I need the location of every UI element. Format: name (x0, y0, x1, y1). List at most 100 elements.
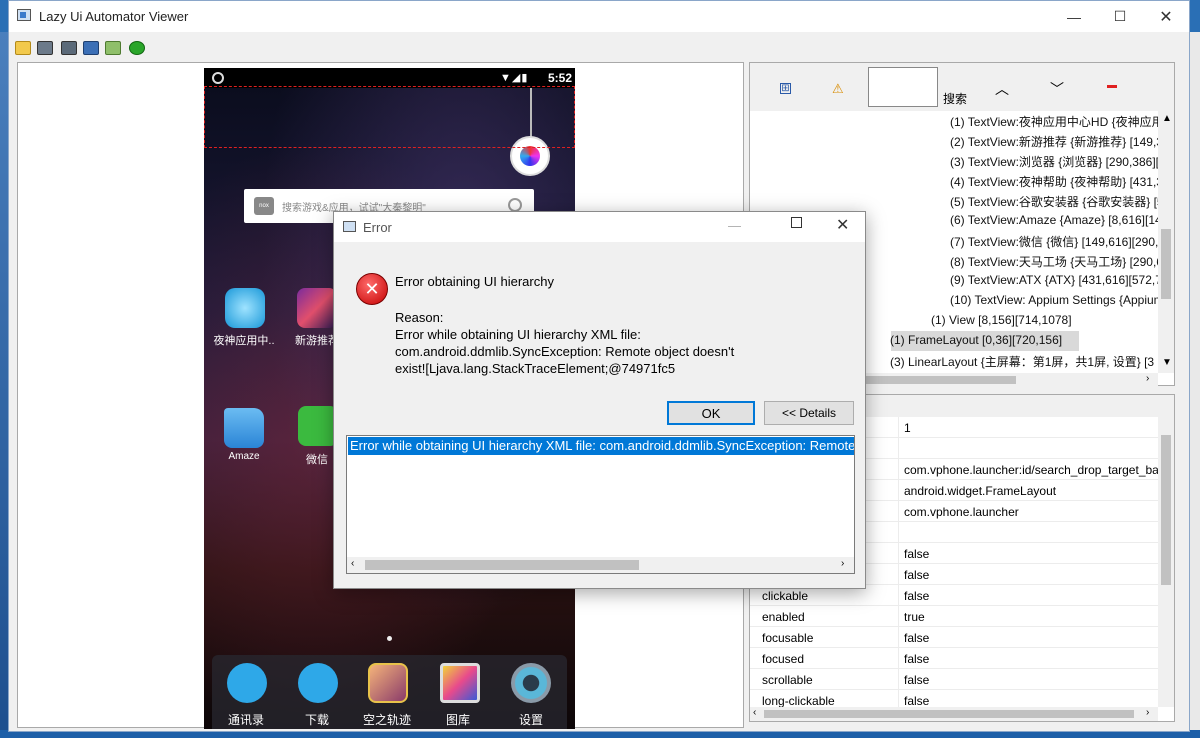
property-row[interactable]: enabled true (750, 606, 1158, 627)
search-icon[interactable] (508, 198, 522, 212)
nox-logo-icon: nox (254, 197, 274, 215)
dialog-title-bar[interactable]: Error — ✕ (334, 212, 865, 242)
maximize-button[interactable]: ☐ (1097, 1, 1143, 32)
tree-node[interactable]: (3) LinearLayout {主屏幕：第1屏，共1屏, 设置} [3 (890, 353, 1154, 373)
property-value: false (904, 652, 930, 666)
tree-node[interactable]: (8) TextView:天马工场 {天马工场} [290,616][431,7… (950, 253, 1158, 273)
minimize-button[interactable]: — (728, 218, 741, 233)
scroll-down-arrow-icon[interactable]: ▼ (1162, 357, 1172, 368)
export-icon[interactable] (105, 41, 121, 55)
refresh-icon[interactable] (129, 41, 145, 55)
details-text-area[interactable]: Error while obtaining UI hierarchy XML f… (346, 435, 855, 574)
tree-node[interactable]: (6) TextView:Amaze {Amaze} [8,616][149,7… (950, 213, 1158, 233)
amaze-folder-icon[interactable] (224, 408, 264, 448)
tree-node[interactable]: (10) TextView: Appium Settings {Appium S… (950, 293, 1158, 313)
clear-search-icon[interactable] (1107, 85, 1117, 88)
save-icon[interactable] (83, 41, 99, 55)
minimize-button[interactable]: — (1051, 1, 1097, 32)
close-button[interactable]: ✕ (1143, 1, 1189, 32)
hierarchy-toolbar: ⊞ ⚠ 搜索 ︿ ﹀ (750, 63, 1174, 111)
tree-node[interactable]: (7) TextView:微信 {微信} [149,616][290,757] (950, 233, 1158, 253)
floating-ball-logo (520, 146, 540, 166)
scroll-thumb[interactable] (365, 560, 639, 570)
column-divider (898, 606, 899, 627)
error-message-line: Error while obtaining UI hierarchy XML f… (395, 327, 641, 342)
property-value: 1 (904, 421, 911, 435)
wechat-icon[interactable] (298, 406, 338, 446)
property-value: false (904, 694, 930, 707)
column-divider (898, 627, 899, 648)
device-screenshot-icon[interactable] (37, 41, 53, 55)
app-label: 夜神应用中.. (213, 335, 275, 347)
desktop-background-left (0, 32, 8, 738)
dock-label: 空之轨迹 (362, 713, 411, 727)
property-name: scrollable (762, 673, 813, 687)
scroll-right-arrow-icon[interactable]: › (1146, 373, 1149, 384)
tree-node[interactable]: (1) FrameLayout [0,36][720,156] (890, 333, 1062, 353)
tree-node[interactable]: (1) View [8,156][714,1078] (931, 313, 1072, 333)
hierarchy-vertical-scrollbar[interactable]: ▲ ▼ (1158, 111, 1174, 373)
settings-gear-icon[interactable] (511, 663, 551, 703)
scroll-thumb[interactable] (1161, 229, 1171, 299)
expand-all-icon[interactable]: ⊞ (780, 83, 791, 94)
tree-node[interactable]: (4) TextView:夜神帮助 {夜神帮助} [431,386][572,5… (950, 173, 1158, 193)
properties-vertical-scrollbar[interactable] (1158, 417, 1174, 707)
status-logo-icon (212, 72, 224, 84)
status-bar: ▼◢▮ 5:52 (204, 68, 575, 88)
scroll-thumb[interactable] (1161, 435, 1171, 585)
dock-label: 通讯录 (227, 713, 264, 727)
scroll-thumb[interactable] (764, 710, 1134, 718)
column-divider (898, 648, 899, 669)
contacts-icon[interactable] (227, 663, 267, 703)
gallery-icon[interactable] (440, 663, 480, 703)
properties-horizontal-scrollbar[interactable]: ‹ › (750, 707, 1158, 721)
tree-node[interactable]: (1) TextView:夜神应用中心HD {夜神应用中心HD} (950, 113, 1158, 133)
app-icon (17, 9, 31, 21)
tree-node[interactable]: (5) TextView:谷歌安装器 {谷歌安装器} [572,386][713… (950, 193, 1158, 213)
warning-icon[interactable]: ⚠ (832, 81, 844, 97)
property-value: false (904, 673, 930, 687)
status-icons: ▼◢▮ (500, 72, 529, 84)
hierarchy-search-input[interactable] (868, 67, 938, 107)
scroll-left-arrow-icon[interactable]: ‹ (351, 558, 354, 569)
column-divider (898, 501, 899, 522)
property-value: com.vphone.launcher:id/search_drop_targe… (904, 463, 1158, 477)
maximize-button[interactable] (791, 217, 802, 228)
scroll-right-arrow-icon[interactable]: › (841, 558, 844, 569)
close-button[interactable]: ✕ (836, 215, 849, 235)
previous-result-icon[interactable]: ︿ (995, 79, 1009, 99)
column-divider (898, 585, 899, 606)
property-row[interactable]: focused false (750, 648, 1158, 669)
column-divider (898, 543, 899, 564)
error-heading: Error obtaining UI hierarchy (395, 274, 554, 289)
ok-button[interactable]: OK (667, 401, 755, 425)
device-screenshot-compressed-icon[interactable] (61, 41, 77, 55)
nox-app-center-icon[interactable] (225, 288, 265, 328)
scroll-up-arrow-icon[interactable]: ▲ (1162, 113, 1172, 124)
property-value: false (904, 631, 930, 645)
property-row[interactable]: long-clickable false (750, 690, 1158, 707)
next-result-icon[interactable]: ﹀ (1050, 79, 1064, 99)
open-folder-icon[interactable] (15, 41, 31, 55)
property-value: false (904, 568, 930, 582)
game-app-icon[interactable] (368, 663, 408, 703)
details-text[interactable]: Error while obtaining UI hierarchy XML f… (348, 437, 854, 455)
tree-node[interactable]: (2) TextView:新游推荐 {新游推荐} [149,386][290,5… (950, 133, 1158, 153)
property-name: enabled (762, 610, 805, 624)
new-games-icon[interactable] (297, 288, 337, 328)
details-button[interactable]: << Details (764, 401, 854, 425)
scroll-thumb[interactable] (866, 376, 1016, 384)
property-row[interactable]: scrollable false (750, 669, 1158, 690)
property-row[interactable]: focusable false (750, 627, 1158, 648)
tree-node[interactable]: (9) TextView:ATX {ATX} [431,616][572,757… (950, 273, 1158, 293)
download-icon[interactable] (298, 663, 338, 703)
dock-label: 图库 (445, 713, 470, 727)
scroll-right-arrow-icon[interactable]: › (1146, 707, 1149, 718)
column-divider (898, 564, 899, 585)
column-divider (898, 459, 899, 480)
title-bar[interactable]: Lazy Ui Automator Viewer — ☐ ✕ (9, 1, 1189, 32)
page-indicator (387, 636, 392, 641)
tree-node[interactable]: (3) TextView:浏览器 {浏览器} [290,386][431,527… (950, 153, 1158, 173)
scroll-left-arrow-icon[interactable]: ‹ (753, 707, 756, 718)
details-horizontal-scrollbar[interactable]: ‹ › (347, 557, 854, 573)
